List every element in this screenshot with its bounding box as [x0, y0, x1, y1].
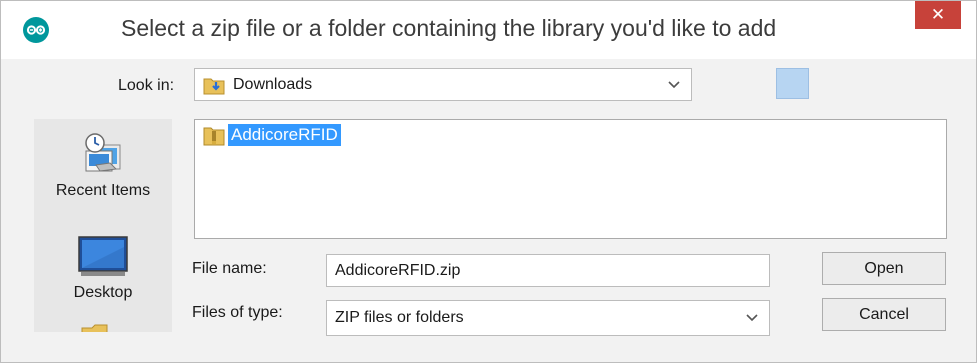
zip-folder-icon: [203, 127, 225, 146]
files-of-type-dropdown[interactable]: ZIP files or folders: [326, 300, 770, 336]
sidebar-item-desktop[interactable]: Desktop: [34, 235, 172, 302]
file-name-label: AddicoreRFID: [228, 124, 341, 146]
downloads-folder-icon: [203, 78, 225, 95]
arduino-icon: [23, 17, 49, 43]
file-name-input[interactable]: [327, 255, 769, 286]
look-in-dropdown[interactable]: Downloads: [194, 68, 692, 101]
file-name-field[interactable]: [326, 254, 770, 287]
view-toggle-button[interactable]: [776, 68, 809, 99]
file-chooser-dialog: Select a zip file or a folder containing…: [0, 0, 977, 363]
open-button[interactable]: Open: [822, 252, 946, 285]
close-button[interactable]: ✕: [915, 1, 961, 29]
files-of-type-value: ZIP files or folders: [335, 309, 464, 326]
files-of-type-label: Files of type:: [192, 304, 283, 321]
dialog-title: Select a zip file or a folder containing…: [121, 15, 777, 41]
cancel-button[interactable]: Cancel: [822, 298, 946, 331]
title-bar: Select a zip file or a folder containing…: [1, 1, 976, 59]
look-in-label: Look in:: [118, 77, 175, 94]
folder-icon: [81, 324, 108, 332]
places-sidebar: Recent Items Desktop: [34, 119, 172, 332]
chevron-down-icon: [746, 314, 758, 322]
desktop-icon: [78, 236, 128, 276]
look-in-value: Downloads: [233, 75, 313, 93]
file-list: AddicoreRFID: [194, 119, 947, 239]
sidebar-item-label: Recent Items: [55, 182, 151, 199]
sidebar-item-recent-items[interactable]: Recent Items: [34, 131, 172, 200]
file-name-label: File name:: [192, 260, 267, 277]
recent-items-icon: [85, 133, 121, 172]
chevron-down-icon: [668, 80, 680, 88]
sidebar-item-label: Desktop: [73, 284, 133, 301]
